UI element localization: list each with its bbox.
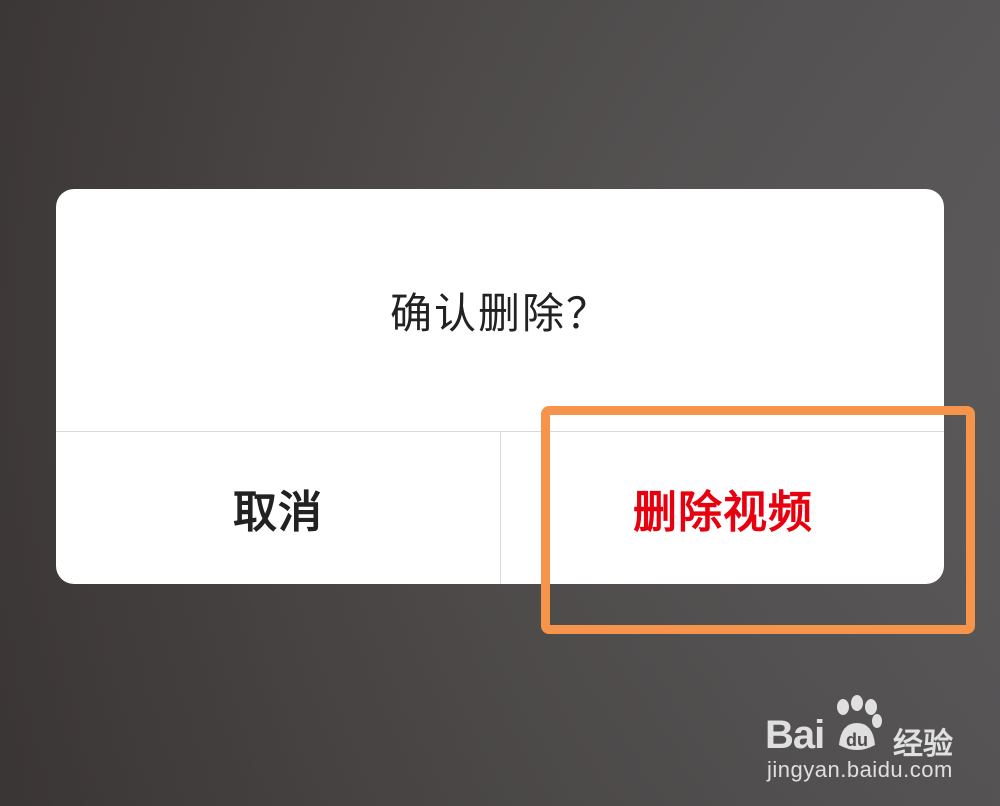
baidu-paw-icon: du — [831, 695, 883, 755]
baidu-jingyan-watermark: Bai du 经验 jingyan.baidu.com — [765, 695, 965, 795]
dialog-message: 确认删除？ — [389, 288, 610, 338]
cancel-button[interactable]: 取消 — [56, 432, 500, 584]
watermark-logo-text: Bai — [765, 713, 825, 757]
watermark-url: jingyan.baidu.com — [767, 757, 953, 782]
delete-video-button[interactable]: 删除视频 — [501, 432, 944, 584]
watermark-logo-inner: du — [846, 730, 868, 750]
confirm-delete-dialog: 确认删除？ 取消 删除视频 — [56, 189, 944, 584]
